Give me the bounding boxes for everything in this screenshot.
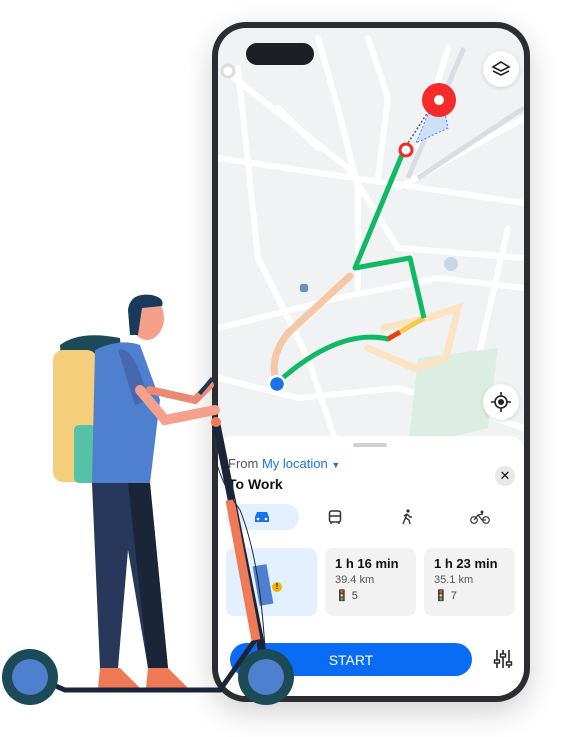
- route-distance: 39.4 km: [335, 574, 375, 586]
- traffic-light-count: 7: [450, 590, 457, 602]
- route-preferences-button[interactable]: [492, 648, 514, 675]
- from-row[interactable]: From My location ▼: [228, 456, 340, 471]
- destination-title: To Work: [228, 476, 283, 492]
- phone-screen: From My location ▼ To Work ✕ ! 1 h 16 mi…: [218, 28, 524, 696]
- bus-icon: [328, 509, 341, 524]
- origin-dot-icon: [267, 374, 287, 394]
- tab-walk[interactable]: [371, 504, 444, 530]
- route-options: ! 1 h 16 min 39.4 km 🚦 5 1 h 23 min 35.1…: [226, 548, 515, 616]
- traffic-light-icon: 🚦: [335, 590, 349, 602]
- traffic-light-count: 5: [351, 590, 358, 602]
- traffic-light-icon: 🚦: [434, 590, 448, 602]
- close-icon: ✕: [499, 468, 511, 483]
- route-option-selected[interactable]: !: [226, 548, 317, 616]
- tab-drive[interactable]: [226, 504, 299, 530]
- route-option[interactable]: 1 h 23 min 35.1 km 🚦 7: [424, 548, 515, 616]
- front-camera: [246, 43, 314, 65]
- tab-transit[interactable]: [299, 504, 372, 530]
- warning-badge: !: [272, 582, 282, 592]
- layers-icon: [491, 61, 511, 76]
- start-button[interactable]: START: [230, 643, 472, 676]
- my-location-button[interactable]: [483, 384, 519, 420]
- close-button[interactable]: ✕: [495, 466, 515, 486]
- from-label: From: [228, 456, 259, 471]
- route-sheet: From My location ▼ To Work ✕ ! 1 h 16 mi…: [218, 436, 524, 696]
- sheet-drag-handle[interactable]: [353, 443, 387, 447]
- map[interactable]: [218, 28, 524, 448]
- tab-bike[interactable]: [444, 504, 517, 530]
- route-distance: 35.1 km: [434, 574, 474, 586]
- bike-icon: [469, 510, 490, 524]
- layers-button[interactable]: [483, 51, 519, 87]
- route-option[interactable]: 1 h 16 min 39.4 km 🚦 5: [325, 548, 416, 616]
- travel-mode-tabs: [226, 504, 516, 530]
- car-icon: [255, 512, 270, 522]
- route-preferences-icon: [493, 650, 513, 668]
- route-time: 1 h 16 min: [335, 556, 399, 571]
- my-location-icon: [491, 392, 511, 412]
- from-location-dropdown[interactable]: My location: [262, 456, 328, 471]
- chevron-down-icon: ▼: [331, 460, 341, 470]
- route-time: 1 h 23 min: [434, 556, 498, 571]
- walk-icon: [402, 509, 413, 525]
